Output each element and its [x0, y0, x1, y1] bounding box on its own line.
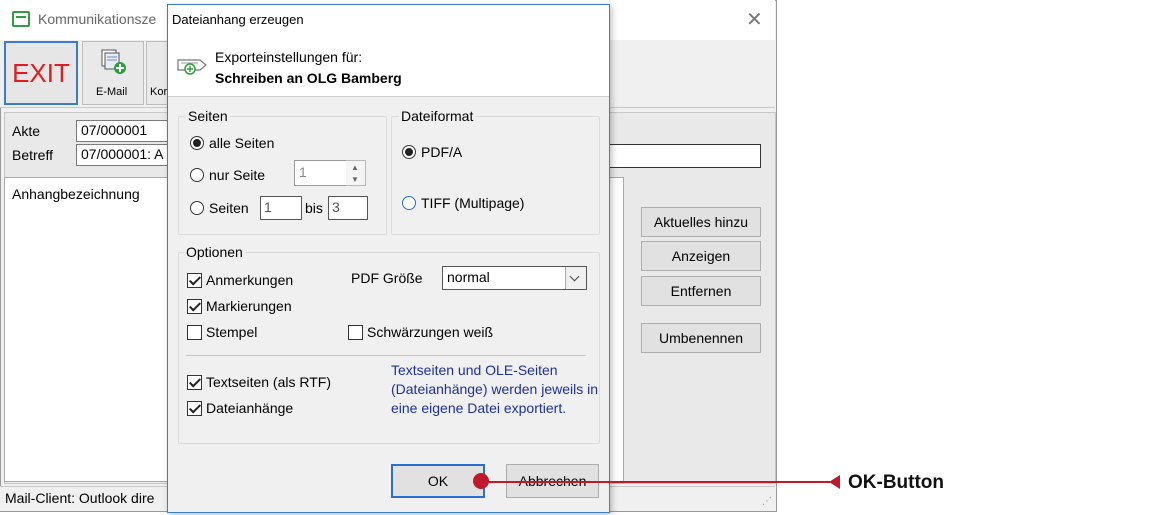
checkbox-textseiten[interactable]: [187, 375, 202, 390]
checkbox-schwaerzungen-label: Schwärzungen weiß: [367, 324, 494, 340]
nur-seite-input[interactable]: 1: [294, 160, 347, 186]
dateiformat-group-title: Dateiformat: [399, 108, 476, 124]
callout-dot: [473, 473, 489, 489]
stepper-up-icon[interactable]: ▲: [351, 163, 359, 172]
dateiformat-group: [391, 116, 600, 235]
checkbox-markierungen[interactable]: [187, 299, 202, 314]
page-stepper[interactable]: ▲ ▼: [346, 160, 366, 186]
betreff-field[interactable]: 07/000001: A: [76, 144, 168, 166]
radio-pdfa[interactable]: [402, 145, 416, 159]
radio-seiten-bereich[interactable]: [190, 201, 204, 215]
checkbox-stempel[interactable]: [187, 325, 202, 340]
akte-field[interactable]: 07/000001: [76, 120, 168, 142]
callout-line: [480, 481, 830, 483]
stepper-down-icon[interactable]: ▼: [351, 175, 359, 184]
remove-button[interactable]: Entfernen: [641, 276, 761, 306]
ok-button[interactable]: OK: [391, 464, 485, 498]
resize-grip-icon[interactable]: ⋰: [762, 496, 772, 507]
radio-tiff-label: TIFF (Multipage): [421, 195, 525, 211]
checkbox-anmerkungen-label: Anmerkungen: [206, 272, 294, 288]
checkbox-stempel-label: Stempel: [206, 324, 258, 340]
radio-nur-seite-label: nur Seite: [209, 167, 266, 183]
optionen-group-title: Optionen: [184, 244, 245, 260]
callout-label: OK-Button: [848, 472, 945, 493]
chevron-down-icon[interactable]: [565, 267, 586, 289]
radio-alle-seiten-label: alle Seiten: [209, 135, 275, 151]
add-current-button[interactable]: Aktuelles hinzu: [641, 207, 761, 237]
checkbox-markierungen-label: Markierungen: [206, 298, 292, 314]
checkbox-anmerkungen[interactable]: [187, 273, 202, 288]
pdf-size-label: PDF Größe: [351, 270, 423, 286]
status-text: Mail-Client: Outlook dire: [5, 490, 155, 506]
radio-pdfa-label: PDF/A: [421, 144, 463, 160]
export-target-name: Schreiben an OLG Bamberg: [215, 70, 402, 86]
email-attach-icon: [101, 49, 126, 74]
export-settings-label: Exporteinstellungen für:: [215, 49, 363, 65]
dialog-title: Dateianhang erzeugen: [172, 12, 304, 27]
betreff-field-extension[interactable]: [608, 144, 761, 168]
akte-label: Akte: [12, 123, 41, 139]
exit-button[interactable]: EXIT: [4, 41, 78, 105]
checkbox-schwaerzungen[interactable]: [348, 325, 363, 340]
rename-button[interactable]: Umbenennen: [641, 323, 761, 353]
app-window-icon: [12, 11, 30, 27]
show-button[interactable]: Anzeigen: [641, 241, 761, 271]
main-window-title: Kommunikationsze: [38, 11, 157, 27]
checkbox-dateianhaenge-label: Dateianhänge: [206, 400, 294, 416]
callout-arrow-icon: [829, 475, 840, 489]
radio-alle-seiten[interactable]: [190, 136, 204, 150]
close-icon[interactable]: ✕: [746, 7, 763, 32]
attachment-list-header: Anhangbezeichnung: [12, 186, 140, 202]
checkbox-dateianhaenge[interactable]: [187, 401, 202, 416]
radio-nur-seite[interactable]: [190, 168, 204, 182]
seiten-group-title: Seiten: [186, 108, 230, 124]
dialog-header: [168, 37, 609, 97]
export-info-text: Textseiten und OLE-Seiten (Dateianhänge)…: [391, 362, 599, 416]
radio-seiten-bereich-label: Seiten: [209, 200, 249, 216]
range-to-input[interactable]: 3: [328, 196, 368, 220]
range-bis-label: bis: [305, 200, 323, 216]
radio-tiff[interactable]: [402, 196, 416, 210]
options-divider: [186, 355, 586, 356]
betreff-label: Betreff: [12, 147, 53, 163]
checkbox-textseiten-label: Textseiten (als RTF): [206, 374, 331, 390]
export-attachment-icon: [177, 59, 207, 75]
email-button-label: E-Mail: [96, 86, 128, 98]
kommunikation-button-label: Kor: [150, 86, 168, 98]
range-from-input[interactable]: 1: [260, 196, 302, 220]
